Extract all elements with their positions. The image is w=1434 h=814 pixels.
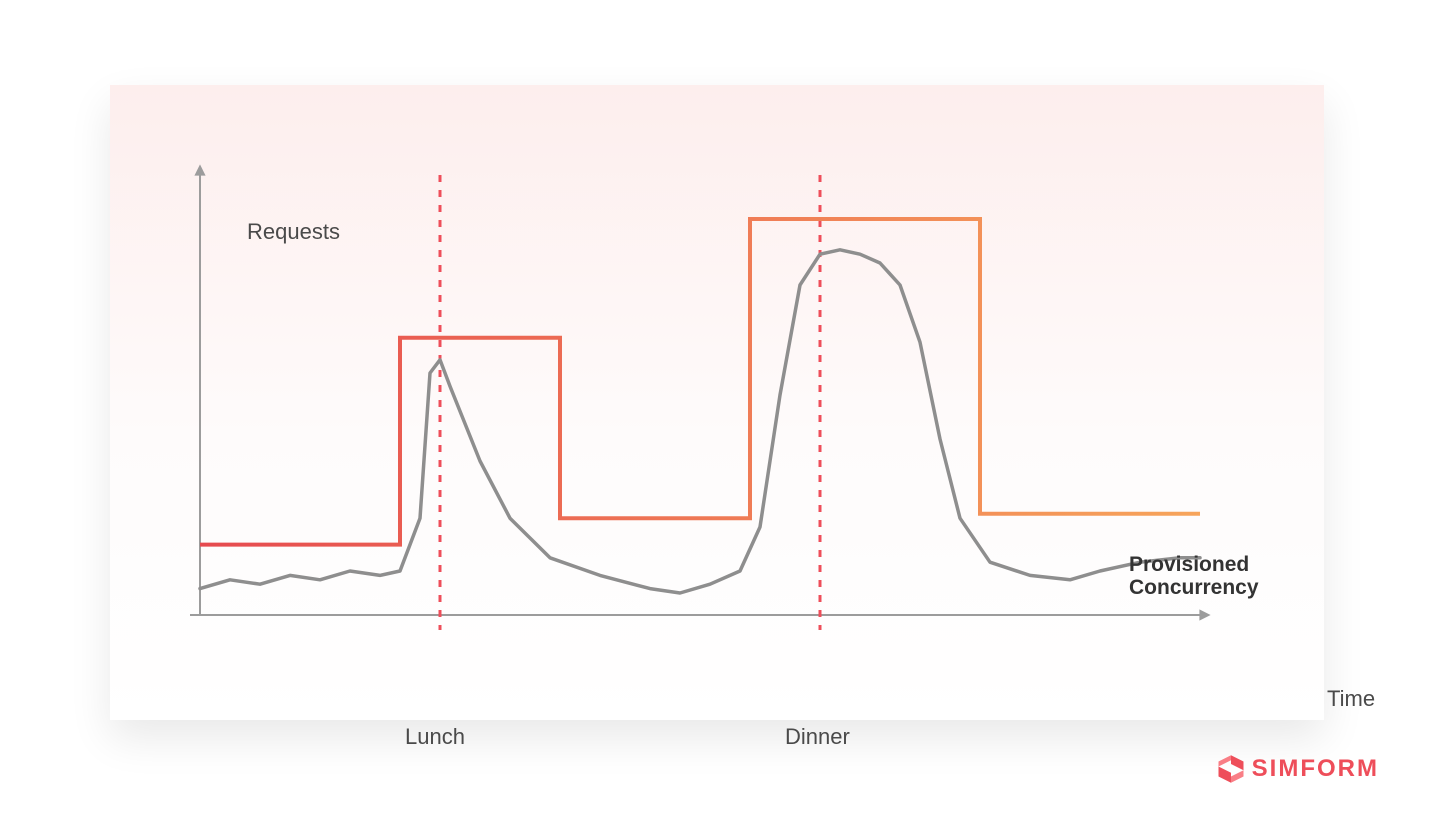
provisioned-legend: Provisioned Concurrency xyxy=(1129,553,1309,599)
provisioned-legend-line1: Provisioned xyxy=(1129,553,1249,576)
x-axis-label: Time xyxy=(1327,687,1375,711)
requests-line xyxy=(200,250,1200,593)
brand-logo: SIMFORM xyxy=(1216,754,1379,784)
chart-svg xyxy=(110,85,1324,720)
chart-wrap xyxy=(110,85,1324,720)
simform-logo-icon xyxy=(1216,754,1246,784)
annotation-dinner: Dinner xyxy=(785,725,850,749)
event-markers xyxy=(440,175,820,630)
y-axis-label: Requests xyxy=(247,220,340,244)
brand-name: SIMFORM xyxy=(1252,755,1379,783)
axes xyxy=(190,170,1205,615)
stage: Requests Time Lunch Dinner Provisioned C… xyxy=(0,0,1434,814)
chart-card: Requests Time Lunch Dinner Provisioned C… xyxy=(110,85,1324,720)
provisioned-line xyxy=(200,219,1200,545)
annotation-lunch: Lunch xyxy=(405,725,465,749)
provisioned-legend-line2: Concurrency xyxy=(1129,576,1259,599)
